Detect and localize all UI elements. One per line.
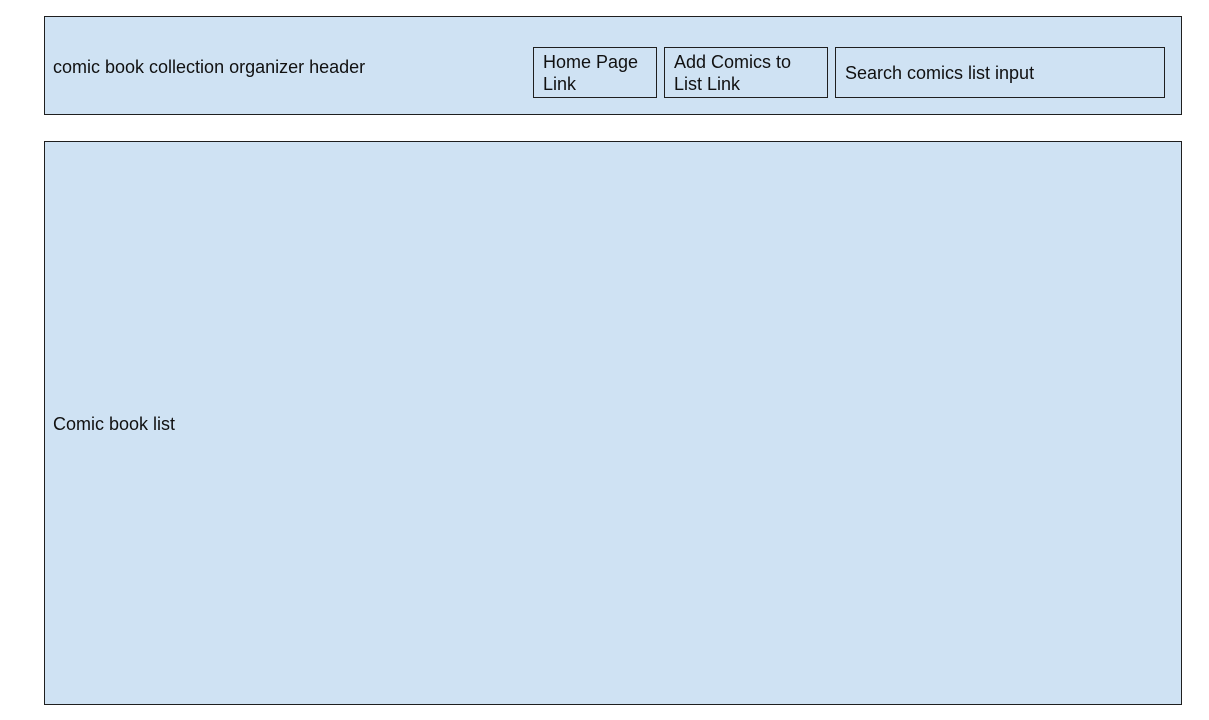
- comic-book-list-label: Comic book list: [53, 414, 176, 434]
- home-page-link[interactable]: Home Page Link: [533, 47, 657, 98]
- add-comics-link-label: Add Comics to List Link: [674, 52, 792, 94]
- search-comics-input[interactable]: Search comics list input: [835, 47, 1165, 98]
- header-title: comic book collection organizer header: [53, 57, 366, 77]
- header-box: comic book collection organizer header H…: [44, 16, 1182, 115]
- comic-book-list: Comic book list: [44, 141, 1182, 705]
- search-comics-input-label: Search comics list input: [845, 62, 1035, 83]
- add-comics-link[interactable]: Add Comics to List Link: [664, 47, 828, 98]
- home-page-link-label: Home Page Link: [543, 52, 639, 94]
